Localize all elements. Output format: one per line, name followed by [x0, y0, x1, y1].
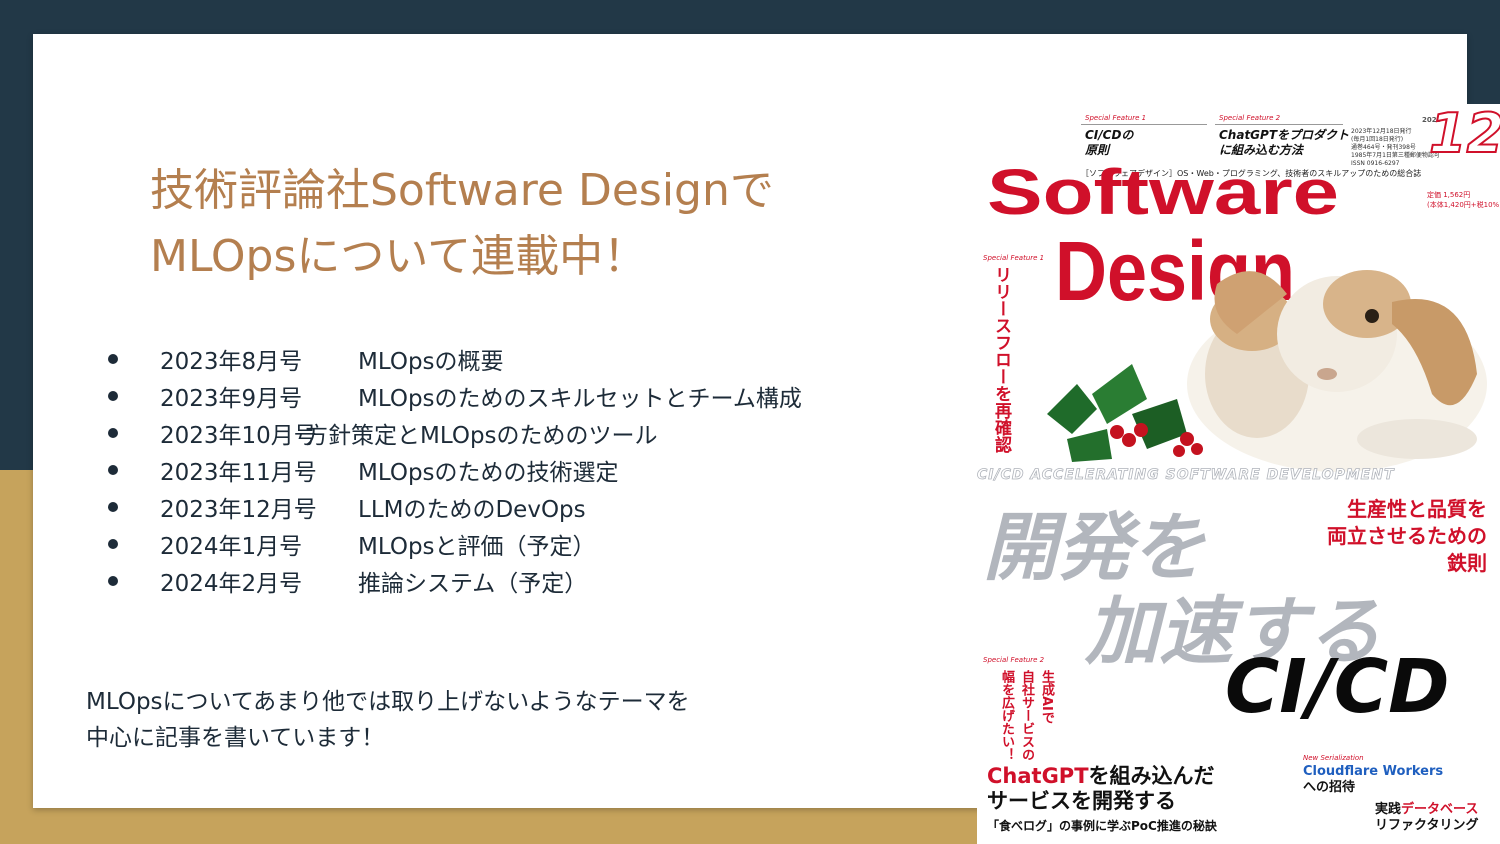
serial-title: Cloudflare Workers への招待: [1303, 764, 1443, 796]
divider: [1081, 124, 1207, 125]
issue-date: 2023年12月号: [160, 496, 317, 523]
vertical2-c: 幅を広げたい！: [999, 670, 1014, 761]
bullet-icon: [108, 576, 118, 586]
info-line: 2023年12月18日発行: [1351, 128, 1412, 135]
magazine-cover: Special Feature 1 CI/CDの 原則 Special Feat…: [977, 104, 1500, 844]
database-feature: 実践データベース リファクタリング: [1375, 802, 1478, 834]
issue-date: 2024年2月号: [160, 570, 303, 597]
slide-title: 技術評論社Software Designで MLOpsについて連載中！: [150, 158, 950, 290]
db-line-2: リファクタリング: [1375, 818, 1479, 833]
holly-icon: [1047, 364, 1203, 462]
bullet-icon: [108, 354, 118, 364]
publication-info: 2023年12月18日発行 (毎月1回18日発行) 通巻464号・発刊398号 …: [1351, 128, 1440, 168]
vertical2-label: Special Feature 2: [983, 656, 1045, 664]
bullet-icon: [108, 428, 118, 438]
list-item: 2024年1月号 MLOpsと評価（予定）: [108, 525, 908, 562]
bullet-icon: [108, 391, 118, 401]
vertical-headline-1: リリースフローを再確認: [991, 266, 1011, 453]
serial-sub-line: への招待: [1303, 780, 1356, 795]
issue-date: 2024年1月号: [160, 533, 303, 560]
footnote: MLOpsについてあまり他では取り上げないようなテーマを 中心に記事を書いていま…: [86, 684, 690, 756]
issue-topic: MLOpsのためのスキルセットとチーム構成: [358, 385, 802, 412]
side-copy-line: 鉄則: [1447, 551, 1487, 575]
issue-date: 2023年9月号: [160, 385, 303, 412]
side-copy-line: 両立させるための: [1327, 524, 1487, 548]
db-black: 実践: [1375, 802, 1402, 817]
gpt-red: ChatGPT: [987, 764, 1089, 788]
bullet-icon: [108, 502, 118, 512]
issue-topic: 推論システム（予定）: [358, 570, 588, 597]
issue-date: 2023年8月号: [160, 348, 303, 375]
list-item: 2023年10月号 方針策定とMLOpsのためのツール: [108, 414, 908, 451]
note-line-2: 中心に記事を書いています！: [86, 725, 385, 751]
issue-topic: LLMのためのDevOps: [358, 496, 586, 523]
issue-list: 2023年8月号 MLOpsの概要 2023年9月号 MLOpsのためのスキルセット…: [108, 340, 908, 599]
list-item: 2023年9月号 MLOpsのためのスキルセットとチーム構成: [108, 377, 908, 414]
bullet-icon: [108, 539, 118, 549]
vertical2-b: 自社サービスの: [1019, 670, 1034, 761]
feature2-label: Special Feature 2: [1219, 114, 1281, 122]
serial-label: New Serialization: [1303, 754, 1364, 762]
issue-topic: 方針策定とMLOpsのためのツール: [305, 422, 658, 449]
feature1-label: Special Feature 1: [1085, 114, 1147, 122]
list-item: 2023年8月号 MLOpsの概要: [108, 340, 908, 377]
price-line: (本体1,420円+税10%): [1427, 201, 1500, 209]
serial-title-line: Cloudflare Workers: [1303, 764, 1444, 779]
title-line-2: MLOpsについて連載中！: [150, 231, 648, 282]
issue-topic: MLOpsと評価（予定）: [358, 533, 596, 560]
chatgpt-headline: ChatGPTを組み込んだ サービスを開発する: [987, 764, 1215, 814]
info-line: 1985年7月1日第三種郵便物認可: [1351, 152, 1440, 159]
list-item: 2023年11月号 MLOpsのための技術選定: [108, 451, 908, 488]
logo-software: Software: [987, 156, 1339, 228]
cover-price: 定価 1,562円 (本体1,420円+税10%): [1427, 190, 1500, 210]
list-item: 2023年12月号 LLMのためのDevOps: [108, 488, 908, 525]
side-copy: 生産性と品質を 両立させるための 鉄則: [1303, 496, 1487, 577]
side-copy-line: 生産性と品質を: [1347, 497, 1487, 521]
chatgpt-subline: 「食べログ」の事例に学ぶPoC推進の秘訣: [987, 819, 1217, 833]
info-line: ISSN 0916-6297: [1351, 160, 1400, 167]
issue-date: 2023年11月号: [160, 459, 317, 486]
bullet-icon: [108, 465, 118, 475]
gpt-line-2: サービスを開発する: [987, 789, 1176, 813]
headline-cicd: CI/CD: [1225, 644, 1450, 730]
title-line-1: 技術評論社Software Designで: [150, 165, 774, 216]
issue-topic: MLOpsの概要: [358, 348, 504, 375]
vertical2-a: 生成AIで: [1039, 670, 1054, 724]
vertical1-label: Special Feature 1: [983, 254, 1045, 262]
price-line: 定価 1,562円: [1427, 191, 1471, 199]
issue-number: 12: [1428, 104, 1500, 166]
db-red: データベース: [1401, 802, 1479, 817]
issue-topic: MLOpsのための技術選定: [358, 459, 619, 486]
info-line: (毎月1回18日発行): [1351, 136, 1404, 143]
cover-banner: CI/CD ACCELERATING SOFTWARE DEVELOPMENT: [977, 467, 1395, 484]
list-item: 2024年2月号 推論システム（予定）: [108, 562, 908, 599]
note-line-1: MLOpsについてあまり他では取り上げないようなテーマを: [86, 689, 690, 715]
info-line: 通巻464号・発刊398号: [1351, 144, 1416, 151]
issue-date: 2023年10月号: [160, 422, 317, 449]
divider: [1215, 124, 1343, 125]
gpt-rest: を組み込んだ: [1088, 764, 1215, 788]
